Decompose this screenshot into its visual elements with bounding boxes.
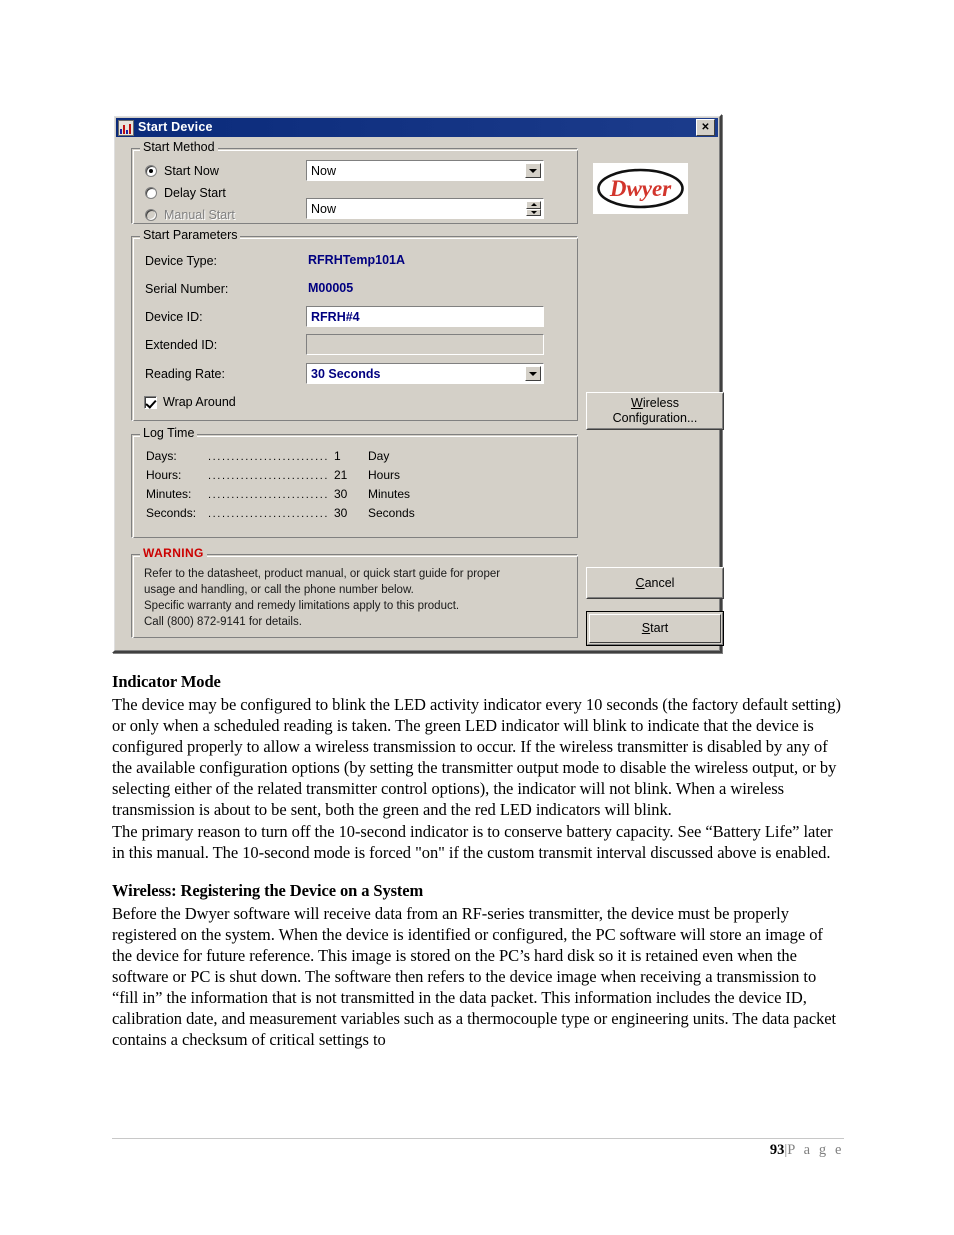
log-time-row-seconds: Seconds: .............................. … xyxy=(146,506,415,520)
log-minutes-dots: ............................... xyxy=(208,489,328,501)
cancel-button-label: Cancel xyxy=(635,575,675,590)
extended-id-input[interactable] xyxy=(306,334,544,355)
device-id-input[interactable]: RFRH#4 xyxy=(306,306,544,327)
reading-rate-label: Reading Rate: xyxy=(145,367,225,381)
wrap-around-label: Wrap Around xyxy=(163,395,236,409)
radio-manual-start: Manual Start xyxy=(145,208,235,222)
serial-number-label: Serial Number: xyxy=(145,282,229,296)
svg-text:Dwyer: Dwyer xyxy=(609,176,672,201)
dialog-titlebar[interactable]: Start Device ✕ xyxy=(116,118,718,137)
log-time-row-hours: Hours: .................................… xyxy=(146,468,400,482)
chevron-down-icon[interactable] xyxy=(525,163,541,178)
log-seconds-value: 30 xyxy=(334,506,348,520)
log-minutes-value: 30 xyxy=(334,487,348,501)
log-time-row-minutes: Minutes: ...............................… xyxy=(146,487,410,501)
start-now-combo-value: Now xyxy=(311,163,337,178)
log-days-value: 1 xyxy=(334,449,341,463)
dwyer-logo-icon: Dwyer xyxy=(597,168,684,209)
dialog-title: Start Device xyxy=(138,120,213,135)
log-hours-unit: Hours xyxy=(368,468,401,482)
chevron-down-icon[interactable] xyxy=(525,366,541,381)
radio-delay-start[interactable]: Delay Start xyxy=(145,186,226,200)
cancel-button[interactable]: Cancel xyxy=(586,567,724,599)
spinner-icon[interactable] xyxy=(526,201,541,216)
log-time-row-days: Days: ..................................… xyxy=(146,449,389,463)
warning-line-4: Call (800) 872-9141 for details. xyxy=(144,616,302,628)
spinner-down-icon[interactable] xyxy=(526,208,541,216)
start-now-combo[interactable]: Now xyxy=(306,160,544,181)
warning-group-label: WARNING xyxy=(140,547,207,559)
extended-id-label: Extended ID: xyxy=(145,338,218,352)
footer-page-word: P a g e xyxy=(787,1142,844,1158)
radio-manual-start-label: Manual Start xyxy=(164,208,235,222)
log-seconds-dots: .............................. xyxy=(208,508,328,520)
delay-start-datetime-value: Now xyxy=(311,201,337,216)
device-type-label: Device Type: xyxy=(145,254,218,268)
warning-line-3: Specific warranty and remedy limitations… xyxy=(144,600,460,612)
log-hours-dots: ................................... xyxy=(208,470,328,482)
log-minutes-unit: Minutes xyxy=(368,487,411,501)
log-days-label: Days: xyxy=(146,449,177,463)
log-time-group-label: Log Time xyxy=(140,427,198,440)
radio-start-now-label: Start Now xyxy=(164,164,219,178)
device-type-value: RFRHTemp101A xyxy=(308,253,406,267)
delay-start-datetime-field[interactable]: Now xyxy=(306,198,544,219)
log-hours-value: 21 xyxy=(334,468,348,482)
start-button-inner: Start xyxy=(589,614,721,643)
start-button[interactable]: Start xyxy=(586,611,724,646)
section1-paragraph1: The device may be configured to blink th… xyxy=(112,695,841,820)
device-id-label: Device ID: xyxy=(145,310,203,324)
start-button-label: Start xyxy=(641,621,669,636)
close-icon[interactable]: ✕ xyxy=(696,119,715,136)
radio-manual-start-icon xyxy=(145,209,157,221)
document-body: Indicator Mode The device may be configu… xyxy=(112,672,844,1050)
reading-rate-combo[interactable]: 30 Seconds xyxy=(306,363,544,384)
footer-divider xyxy=(112,1138,844,1139)
log-minutes-label: Minutes: xyxy=(146,487,192,501)
radio-start-now-icon xyxy=(145,165,157,177)
radio-delay-start-label: Delay Start xyxy=(164,186,226,200)
log-seconds-label: Seconds: xyxy=(146,506,197,520)
log-days-unit: Day xyxy=(368,449,390,463)
log-days-dots: ................................... xyxy=(208,451,328,463)
wireless-config-line1: Wireless xyxy=(631,396,679,411)
section-heading-wireless-registering: Wireless: Registering the Device on a Sy… xyxy=(112,880,424,900)
wireless-config-line2: Configuration... xyxy=(612,411,698,425)
reading-rate-value: 30 Seconds xyxy=(311,366,381,381)
checkbox-icon xyxy=(144,395,157,409)
warning-line-1: Refer to the datasheet, product manual, … xyxy=(144,568,501,580)
spinner-up-icon[interactable] xyxy=(526,201,541,209)
serial-number-value: M00005 xyxy=(308,281,354,295)
wrap-around-checkbox[interactable]: Wrap Around xyxy=(144,395,236,409)
device-id-value: RFRH#4 xyxy=(311,309,360,324)
wireless-configuration-button[interactable]: Wireless Configuration... xyxy=(586,392,724,430)
section2-paragraph1: Before the Dwyer software will receive d… xyxy=(112,903,837,1050)
app-chart-icon xyxy=(118,119,134,136)
radio-delay-start-icon xyxy=(145,187,157,199)
section1-paragraph2: The primary reason to turn off the 10-se… xyxy=(112,821,833,862)
warning-line-2: usage and handling, or call the phone nu… xyxy=(144,584,414,596)
dwyer-logo: Dwyer xyxy=(593,163,688,214)
start-parameters-group-label: Start Parameters xyxy=(140,229,241,242)
radio-start-now[interactable]: Start Now xyxy=(145,164,219,178)
log-seconds-unit: Seconds xyxy=(368,506,415,520)
footer-page-number: 93 xyxy=(769,1142,785,1158)
log-hours-label: Hours: xyxy=(146,468,182,482)
page-footer: 93|P a g e xyxy=(770,1142,844,1159)
section-heading-indicator-mode: Indicator Mode xyxy=(112,672,221,691)
start-method-group-label: Start Method xyxy=(140,141,218,154)
start-device-dialog: Start Device ✕ Start Method Start Now De… xyxy=(112,114,724,653)
